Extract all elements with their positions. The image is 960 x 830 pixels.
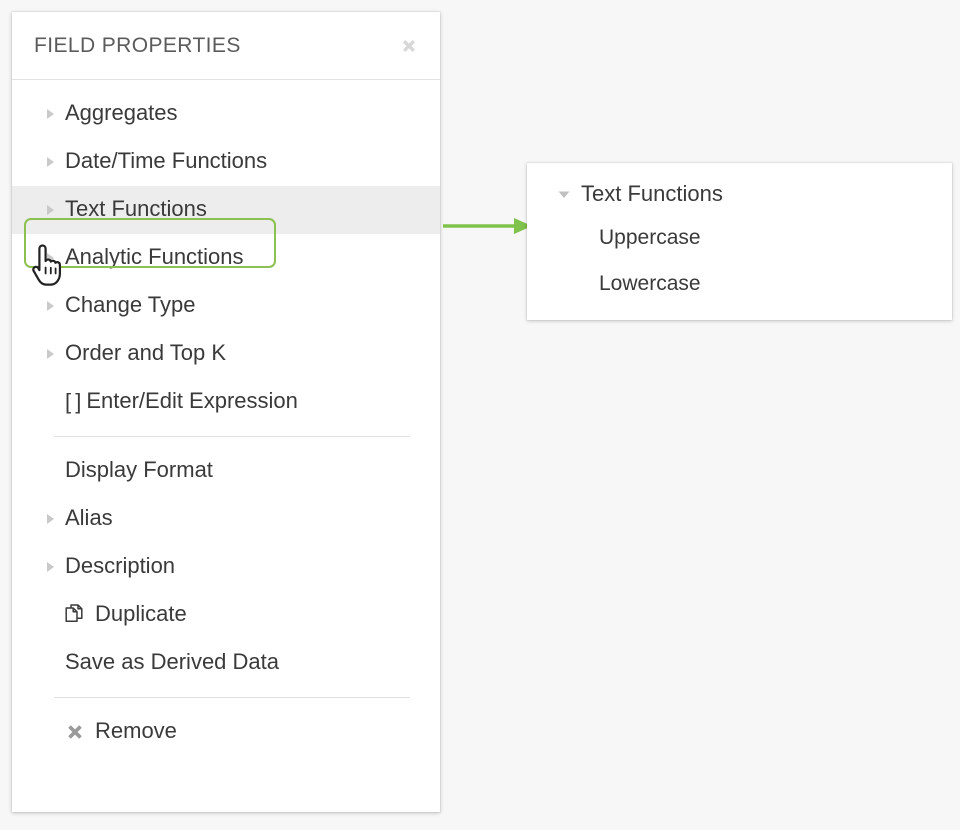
menu-item-label: Duplicate (95, 603, 187, 627)
menu-item-change-type[interactable]: Change Type (12, 282, 440, 330)
triangle-down-icon (555, 185, 573, 203)
triangle-right-icon (42, 346, 58, 362)
duplicate-icon (65, 603, 87, 627)
menu-item-date-time-functions[interactable]: Date/Time Functions (12, 138, 440, 186)
menu-item-label: Change Type (65, 294, 195, 318)
menu-item-label: Alias (65, 507, 113, 531)
triangle-right-icon (42, 106, 58, 122)
close-icon[interactable] (396, 33, 422, 59)
triangle-right-icon (42, 559, 58, 575)
menu-item-save-as-derived-data[interactable]: Save as Derived Data (12, 639, 440, 687)
submenu-title: Text Functions (581, 181, 723, 207)
remove-x-icon (65, 722, 87, 742)
menu-item-text-functions[interactable]: Text Functions (12, 186, 440, 234)
caret-spacer (42, 394, 58, 410)
menu-item-enter-edit-expression[interactable]: [ ] Enter/Edit Expression (12, 378, 440, 426)
menu-separator (54, 697, 410, 698)
submenu-option-label: Lowercase (599, 272, 701, 296)
caret-spacer (42, 655, 58, 671)
panel-header: FIELD PROPERTIES (12, 12, 440, 80)
triangle-right-icon (42, 298, 58, 314)
field-properties-panel: FIELD PROPERTIES Aggregates Date/Time Fun… (12, 12, 440, 812)
menu-item-label: Analytic Functions (65, 246, 244, 270)
caret-spacer (42, 607, 58, 623)
menu-item-label: Remove (95, 720, 177, 744)
triangle-right-icon (42, 511, 58, 527)
menu-item-label: Enter/Edit Expression (86, 390, 298, 414)
menu-item-label: Date/Time Functions (65, 150, 267, 174)
menu-item-label: Text Functions (65, 198, 207, 222)
triangle-right-icon (42, 202, 58, 218)
submenu-option-lowercase[interactable]: Lowercase (527, 261, 952, 307)
menu-item-display-format[interactable]: Display Format (12, 447, 440, 495)
menu-item-aggregates[interactable]: Aggregates (12, 90, 440, 138)
menu-item-order-and-top-k[interactable]: Order and Top K (12, 330, 440, 378)
page-title: FIELD PROPERTIES (34, 34, 241, 58)
submenu-option-uppercase[interactable]: Uppercase (527, 215, 952, 261)
caret-spacer (42, 724, 58, 740)
submenu-option-label: Uppercase (599, 226, 701, 250)
submenu-header-text-functions[interactable]: Text Functions (527, 173, 952, 215)
text-functions-submenu: Text Functions Uppercase Lowercase (527, 163, 952, 320)
triangle-right-icon (42, 250, 58, 266)
menu-item-duplicate[interactable]: Duplicate (12, 591, 440, 639)
menu-item-label: Display Format (65, 459, 213, 483)
menu-item-label: Save as Derived Data (65, 651, 279, 675)
arrow-right-icon (440, 212, 536, 240)
triangle-right-icon (42, 154, 58, 170)
submenu-option-list: Uppercase Lowercase (527, 215, 952, 307)
field-properties-menu: Aggregates Date/Time Functions Text Functi… (12, 80, 440, 756)
menu-item-alias[interactable]: Alias (12, 495, 440, 543)
menu-item-label: Aggregates (65, 102, 178, 126)
menu-item-label: Description (65, 555, 175, 579)
menu-item-label: Order and Top K (65, 342, 226, 366)
menu-item-remove[interactable]: Remove (12, 708, 440, 756)
expression-brackets-icon: [ ] (65, 389, 80, 415)
caret-spacer (42, 463, 58, 479)
menu-separator (54, 436, 410, 437)
menu-item-analytic-functions[interactable]: Analytic Functions (12, 234, 440, 282)
menu-item-description[interactable]: Description (12, 543, 440, 591)
